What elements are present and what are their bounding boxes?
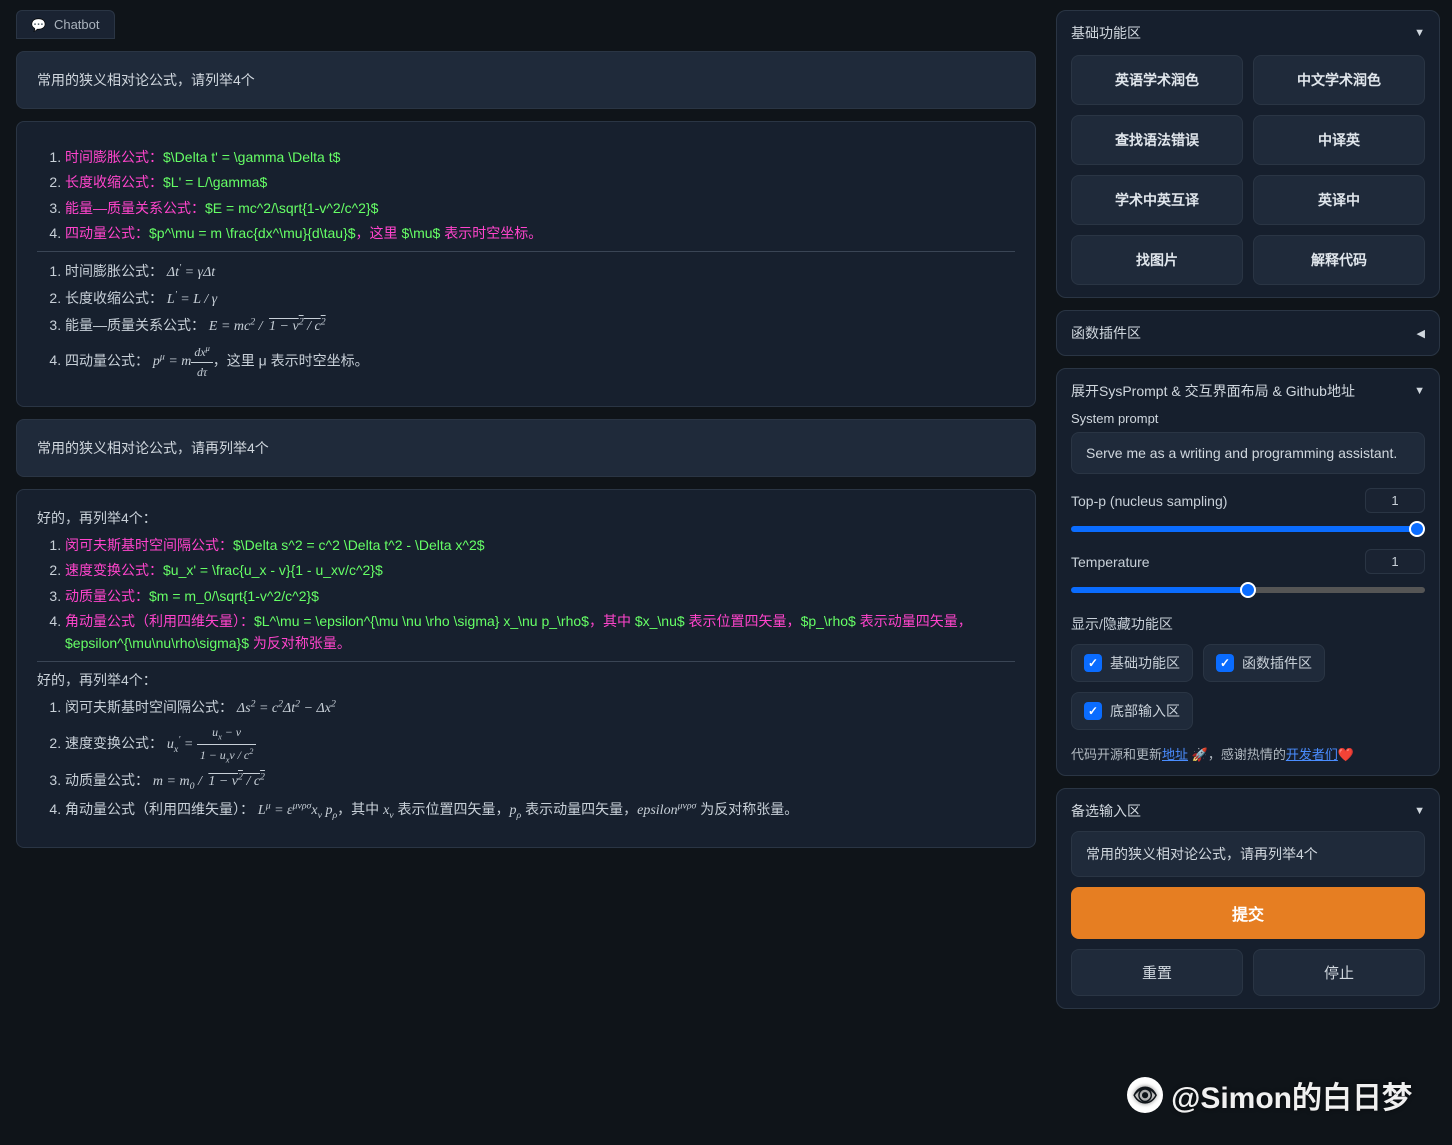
chk-plugins[interactable]: ✓函数插件区 (1203, 644, 1325, 682)
chevron-down-icon: ▼ (1414, 805, 1425, 817)
bot-intro: 好的，再列举4个： (37, 508, 1015, 528)
system-prompt-label: System prompt (1071, 411, 1425, 426)
temp-slider[interactable] (1071, 587, 1425, 593)
section-title: 展开SysPrompt & 交互界面布局 & Github地址 (1071, 381, 1355, 401)
checkbox-icon: ✓ (1084, 702, 1102, 720)
fn-btn-find-image[interactable]: 找图片 (1071, 235, 1243, 285)
temp-value[interactable]: 1 (1365, 549, 1425, 574)
reset-button[interactable]: 重置 (1071, 949, 1243, 996)
formulas-raw-list: 闵可夫斯基时空间隔公式：$\Delta s^2 = c^2 \Delta t^2… (37, 534, 1015, 655)
chat-icon: 💬 (31, 18, 46, 32)
formulas-rendered-list: 闵可夫斯基时空间隔公式： Δs2 = c2Δt2 − Δx2 速度变换公式： u… (37, 696, 1015, 824)
fn-btn-academic-translate[interactable]: 学术中英互译 (1071, 175, 1243, 225)
list-item: 能量—质量关系公式：$E = mc^2/\sqrt{1-v^2/c^2}$ (65, 197, 1015, 219)
user-msg-text: 常用的狭义相对论公式，请列举4个 (37, 72, 255, 88)
advanced-section-header[interactable]: 展开SysPrompt & 交互界面布局 & Github地址 ▼ (1071, 381, 1425, 401)
temp-label: Temperature (1071, 554, 1150, 570)
chevron-down-icon: ▼ (1414, 385, 1425, 397)
plugins-section-header[interactable]: 函数插件区 ◀ (1071, 323, 1425, 343)
list-item: 闵可夫斯基时空间隔公式： Δs2 = c2Δt2 − Δx2 (65, 696, 1015, 720)
checkbox-icon: ✓ (1216, 654, 1234, 672)
chk-bottom-input[interactable]: ✓底部输入区 (1071, 692, 1193, 730)
user-message: 常用的狭义相对论公式，请列举4个 (16, 51, 1036, 109)
list-item: 长度收缩公式：$L' = L/\gamma$ (65, 171, 1015, 193)
tab-label: Chatbot (54, 17, 100, 32)
chat-panel: 💬 Chatbot 常用的狭义相对论公式，请列举4个 时间膨胀公式：$\Delt… (0, 0, 1052, 1145)
list-item: 速度变换公式： ux' = ux − v1 − uxv / c2 (65, 723, 1015, 766)
list-item: 动质量公式： m = m0 / 1 − v2 / c2 (65, 769, 1015, 794)
divider (37, 661, 1015, 662)
devs-link[interactable]: 开发者们 (1286, 747, 1338, 762)
function-button-grid: 英语学术润色 中文学术润色 查找语法错误 中译英 学术中英互译 英译中 找图片 … (1071, 55, 1425, 285)
bot-intro: 好的，再列举4个： (37, 670, 1015, 690)
section-title: 函数插件区 (1071, 323, 1141, 343)
visibility-title: 显示/隐藏功能区 (1071, 614, 1425, 634)
visibility-checkboxes: ✓基础功能区 ✓函数插件区 (1071, 644, 1425, 682)
repo-link[interactable]: 地址 (1162, 747, 1188, 762)
checkbox-icon: ✓ (1084, 654, 1102, 672)
alt-input-section: 备选输入区 ▼ 提交 重置 停止 (1056, 788, 1440, 1009)
fn-btn-explain-code[interactable]: 解释代码 (1253, 235, 1425, 285)
submit-button[interactable]: 提交 (1071, 887, 1425, 939)
rocket-icon: 🚀 (1192, 747, 1208, 762)
user-msg-text: 常用的狭义相对论公式，请再列举4个 (37, 440, 269, 456)
basic-section-header[interactable]: 基础功能区 ▼ (1071, 23, 1425, 43)
sidebar: 基础功能区 ▼ 英语学术润色 中文学术润色 查找语法错误 中译英 学术中英互译 … (1052, 0, 1452, 1145)
chk-basic[interactable]: ✓基础功能区 (1071, 644, 1193, 682)
stop-button[interactable]: 停止 (1253, 949, 1425, 996)
topp-label: Top-p (nucleus sampling) (1071, 493, 1227, 509)
fn-btn-grammar-check[interactable]: 查找语法错误 (1071, 115, 1243, 165)
system-prompt-input[interactable] (1071, 432, 1425, 474)
alt-input-header[interactable]: 备选输入区 ▼ (1071, 801, 1425, 821)
list-item: 闵可夫斯基时空间隔公式：$\Delta s^2 = c^2 \Delta t^2… (65, 534, 1015, 556)
list-item: 角动量公式（利用四维矢量）：$L^\mu = \epsilon^{\mu \nu… (65, 610, 1015, 655)
formulas-rendered-list: 时间膨胀公式： Δt' = γΔt 长度收缩公式： L' = L / γ 能量—… (37, 260, 1015, 382)
topp-slider[interactable] (1071, 526, 1425, 532)
list-item: 长度收缩公式： L' = L / γ (65, 287, 1015, 311)
fn-btn-en2zh[interactable]: 英译中 (1253, 175, 1425, 225)
fn-btn-chinese-polish[interactable]: 中文学术润色 (1253, 55, 1425, 105)
advanced-section: 展开SysPrompt & 交互界面布局 & Github地址 ▼ System… (1056, 368, 1440, 776)
plugins-section: 函数插件区 ◀ (1056, 310, 1440, 356)
alt-input-field[interactable] (1071, 831, 1425, 877)
bot-message: 时间膨胀公式：$\Delta t' = \gamma \Delta t$ 长度收… (16, 121, 1036, 407)
user-message: 常用的狭义相对论公式，请再列举4个 (16, 419, 1036, 477)
formulas-raw-list: 时间膨胀公式：$\Delta t' = \gamma \Delta t$ 长度收… (37, 146, 1015, 245)
visibility-checkboxes-row2: ✓底部输入区 (1071, 692, 1425, 730)
list-item: 速度变换公式：$u_x' = \frac{u_x - v}{1 - u_xv/c… (65, 559, 1015, 581)
list-item: 时间膨胀公式： Δt' = γΔt (65, 260, 1015, 284)
list-item: 四动量公式： pμ = mdxμdτ，这里 μ 表示时空坐标。 (65, 342, 1015, 382)
list-item: 角动量公式（利用四维矢量）： Lμ = εμνρσxν pρ，其中 xν 表示位… (65, 798, 1015, 823)
fn-btn-english-polish[interactable]: 英语学术润色 (1071, 55, 1243, 105)
section-title: 备选输入区 (1071, 801, 1141, 821)
list-item: 动质量公式：$m = m_0/\sqrt{1-v^2/c^2}$ (65, 585, 1015, 607)
fn-btn-zh2en[interactable]: 中译英 (1253, 115, 1425, 165)
chatbot-tab[interactable]: 💬 Chatbot (16, 10, 115, 39)
list-item: 四动量公式：$p^\mu = m \frac{dx^\mu}{d\tau}$，这… (65, 222, 1015, 244)
footnote: 代码开源和更新地址 🚀，感谢热情的开发者们❤️ (1071, 744, 1425, 763)
chevron-down-icon: ▼ (1414, 27, 1425, 39)
heart-icon: ❤️ (1338, 747, 1354, 762)
list-item: 能量—质量关系公式： E = mc2 / 1 − v2 / c2 (65, 314, 1015, 338)
divider (37, 251, 1015, 252)
bot-message: 好的，再列举4个： 闵可夫斯基时空间隔公式：$\Delta s^2 = c^2 … (16, 489, 1036, 849)
bottom-button-row: 重置 停止 (1071, 949, 1425, 996)
list-item: 时间膨胀公式：$\Delta t' = \gamma \Delta t$ (65, 146, 1015, 168)
section-title: 基础功能区 (1071, 23, 1141, 43)
topp-value[interactable]: 1 (1365, 488, 1425, 513)
basic-functions-section: 基础功能区 ▼ 英语学术润色 中文学术润色 查找语法错误 中译英 学术中英互译 … (1056, 10, 1440, 298)
chevron-left-icon: ◀ (1417, 327, 1425, 340)
